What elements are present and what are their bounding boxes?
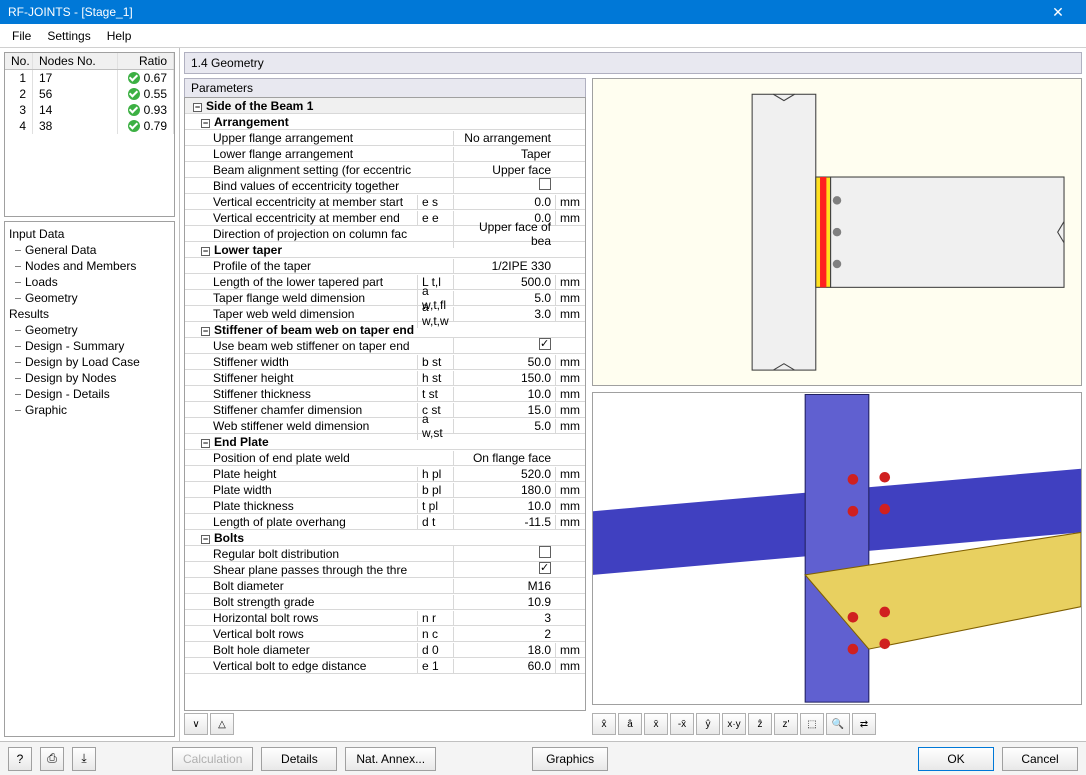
param-row[interactable]: Web stiffener weld dimensiona w,st5.0mm [185, 418, 585, 434]
view-tool[interactable]: x̂ [592, 713, 616, 735]
param-row[interactable]: Taper web weld dimensiona w,t,w3.0mm [185, 306, 585, 322]
param-row[interactable]: Stiffener widthb st50.0mm [185, 354, 585, 370]
param-row[interactable]: Length of the lower tapered partL t,l500… [185, 274, 585, 290]
ok-icon [128, 88, 140, 100]
calculation-button[interactable]: Calculation [172, 747, 253, 771]
param-row[interactable]: Shear plane passes through the thre [185, 562, 585, 578]
checkbox-icon[interactable] [539, 178, 551, 190]
table-row[interactable]: 2560.55 [5, 86, 174, 102]
param-row[interactable]: Vertical bolt to edge distancee 160.0mm [185, 658, 585, 674]
view-toolbar: x̂âx̄-x̄ŷx·yẑz'⬚🔍⇄ [592, 711, 1082, 737]
param-row[interactable]: Direction of projection on column facUpp… [185, 226, 585, 242]
param-row[interactable]: Taper flange weld dimensiona w,t,fl5.0mm [185, 290, 585, 306]
print-icon[interactable]: ⎙ [40, 747, 64, 771]
view-tool[interactable]: ŷ [696, 713, 720, 735]
nat-annex-button[interactable]: Nat. Annex... [345, 747, 436, 771]
param-row[interactable]: Plate widthb pl180.0mm [185, 482, 585, 498]
table-row[interactable]: 1170.67 [5, 70, 174, 86]
cancel-button[interactable]: Cancel [1002, 747, 1078, 771]
nav-tree[interactable]: Input Data General Data Nodes and Member… [4, 221, 175, 737]
menu-settings[interactable]: Settings [39, 27, 98, 45]
graphic-3d[interactable] [592, 392, 1082, 705]
help-icon[interactable]: ? [8, 747, 32, 771]
view-tool[interactable]: ⇄ [852, 713, 876, 735]
view-tool[interactable]: -x̄ [670, 713, 694, 735]
window-title: RF-JOINTS - [Stage_1] [8, 5, 1038, 19]
view-tool[interactable]: 🔍 [826, 713, 850, 735]
view-tool[interactable]: x·y [722, 713, 746, 735]
param-toolbar: ∨△ [184, 711, 586, 737]
menu-help[interactable]: Help [99, 27, 140, 45]
param-row[interactable]: Profile of the taper1/2IPE 330 [185, 258, 585, 274]
view-tool[interactable]: ⬚ [800, 713, 824, 735]
param-row[interactable]: Horizontal bolt rowsn r3 [185, 610, 585, 626]
param-tool[interactable]: △ [210, 713, 234, 735]
params-grid[interactable]: −Side of the Beam 1−ArrangementUpper fla… [184, 97, 586, 711]
checkbox-icon[interactable] [539, 546, 551, 558]
graphics-button[interactable]: Graphics [532, 747, 608, 771]
param-row[interactable]: Vertical eccentricity at member starte s… [185, 194, 585, 210]
tree-design-summary[interactable]: Design - Summary [7, 338, 172, 354]
param-row[interactable]: Stiffener thicknesst st10.0mm [185, 386, 585, 402]
tree-general-data[interactable]: General Data [7, 242, 172, 258]
param-row[interactable]: Bolt diameterM16 [185, 578, 585, 594]
param-row[interactable]: Plate heighth pl520.0mm [185, 466, 585, 482]
tree-nodes-members[interactable]: Nodes and Members [7, 258, 172, 274]
titlebar: RF-JOINTS - [Stage_1] ✕ [0, 0, 1086, 24]
param-tool[interactable]: ∨ [184, 713, 208, 735]
tree-r-geometry[interactable]: Geometry [7, 322, 172, 338]
param-row[interactable]: Bind values of eccentricity together [185, 178, 585, 194]
col-nodes: Nodes No. [33, 53, 118, 69]
view-tool[interactable]: x̄ [644, 713, 668, 735]
tree-input-data[interactable]: Input Data [7, 226, 172, 242]
param-row[interactable]: Use beam web stiffener on taper end [185, 338, 585, 354]
tree-graphic[interactable]: Graphic [7, 402, 172, 418]
close-icon[interactable]: ✕ [1038, 4, 1078, 21]
nodes-grid[interactable]: No. Nodes No. Ratio 1170.672560.553140.9… [4, 52, 175, 217]
tree-design-details[interactable]: Design - Details [7, 386, 172, 402]
param-row[interactable]: Position of end plate weldOn flange face [185, 450, 585, 466]
ok-icon [128, 120, 140, 132]
checkbox-icon[interactable] [539, 338, 551, 350]
param-row[interactable]: Lower flange arrangementTaper [185, 146, 585, 162]
menubar: File Settings Help [0, 24, 1086, 48]
param-row[interactable]: Stiffener heighth st150.0mm [185, 370, 585, 386]
ok-button[interactable]: OK [918, 747, 994, 771]
export-icon[interactable]: ⤓ [72, 747, 96, 771]
view-tool[interactable]: ẑ [748, 713, 772, 735]
tree-results[interactable]: Results [7, 306, 172, 322]
param-row[interactable]: Stiffener chamfer dimensionc st15.0mm [185, 402, 585, 418]
menu-file[interactable]: File [4, 27, 39, 45]
param-row[interactable]: Bolt hole diameterd 018.0mm [185, 642, 585, 658]
bottom-bar: ? ⎙ ⤓ Calculation Details Nat. Annex... … [0, 741, 1086, 775]
params-header: Parameters [184, 78, 586, 97]
param-row[interactable]: Bolt strength grade10.9 [185, 594, 585, 610]
param-row[interactable]: Upper flange arrangementNo arrangement [185, 130, 585, 146]
details-button[interactable]: Details [261, 747, 337, 771]
tree-loads[interactable]: Loads [7, 274, 172, 290]
ok-icon [128, 104, 140, 116]
graphic-2d[interactable] [592, 78, 1082, 386]
table-row[interactable]: 3140.93 [5, 102, 174, 118]
param-row[interactable]: Vertical bolt rowsn c2 [185, 626, 585, 642]
table-row[interactable]: 4380.79 [5, 118, 174, 134]
param-row[interactable]: Beam alignment setting (for eccentricUpp… [185, 162, 585, 178]
param-row[interactable]: Plate thicknesst pl10.0mm [185, 498, 585, 514]
tree-geometry[interactable]: Geometry [7, 290, 172, 306]
checkbox-icon[interactable] [539, 562, 551, 574]
view-tool[interactable]: z' [774, 713, 798, 735]
ok-icon [128, 72, 140, 84]
tree-design-lc[interactable]: Design by Load Case [7, 354, 172, 370]
param-row[interactable]: Length of plate overhangd t-11.5mm [185, 514, 585, 530]
tree-design-nodes[interactable]: Design by Nodes [7, 370, 172, 386]
panel-title: 1.4 Geometry [184, 52, 1082, 74]
col-ratio: Ratio [118, 53, 174, 69]
view-tool[interactable]: â [618, 713, 642, 735]
col-no: No. [5, 53, 33, 69]
param-row[interactable]: Regular bolt distribution [185, 546, 585, 562]
